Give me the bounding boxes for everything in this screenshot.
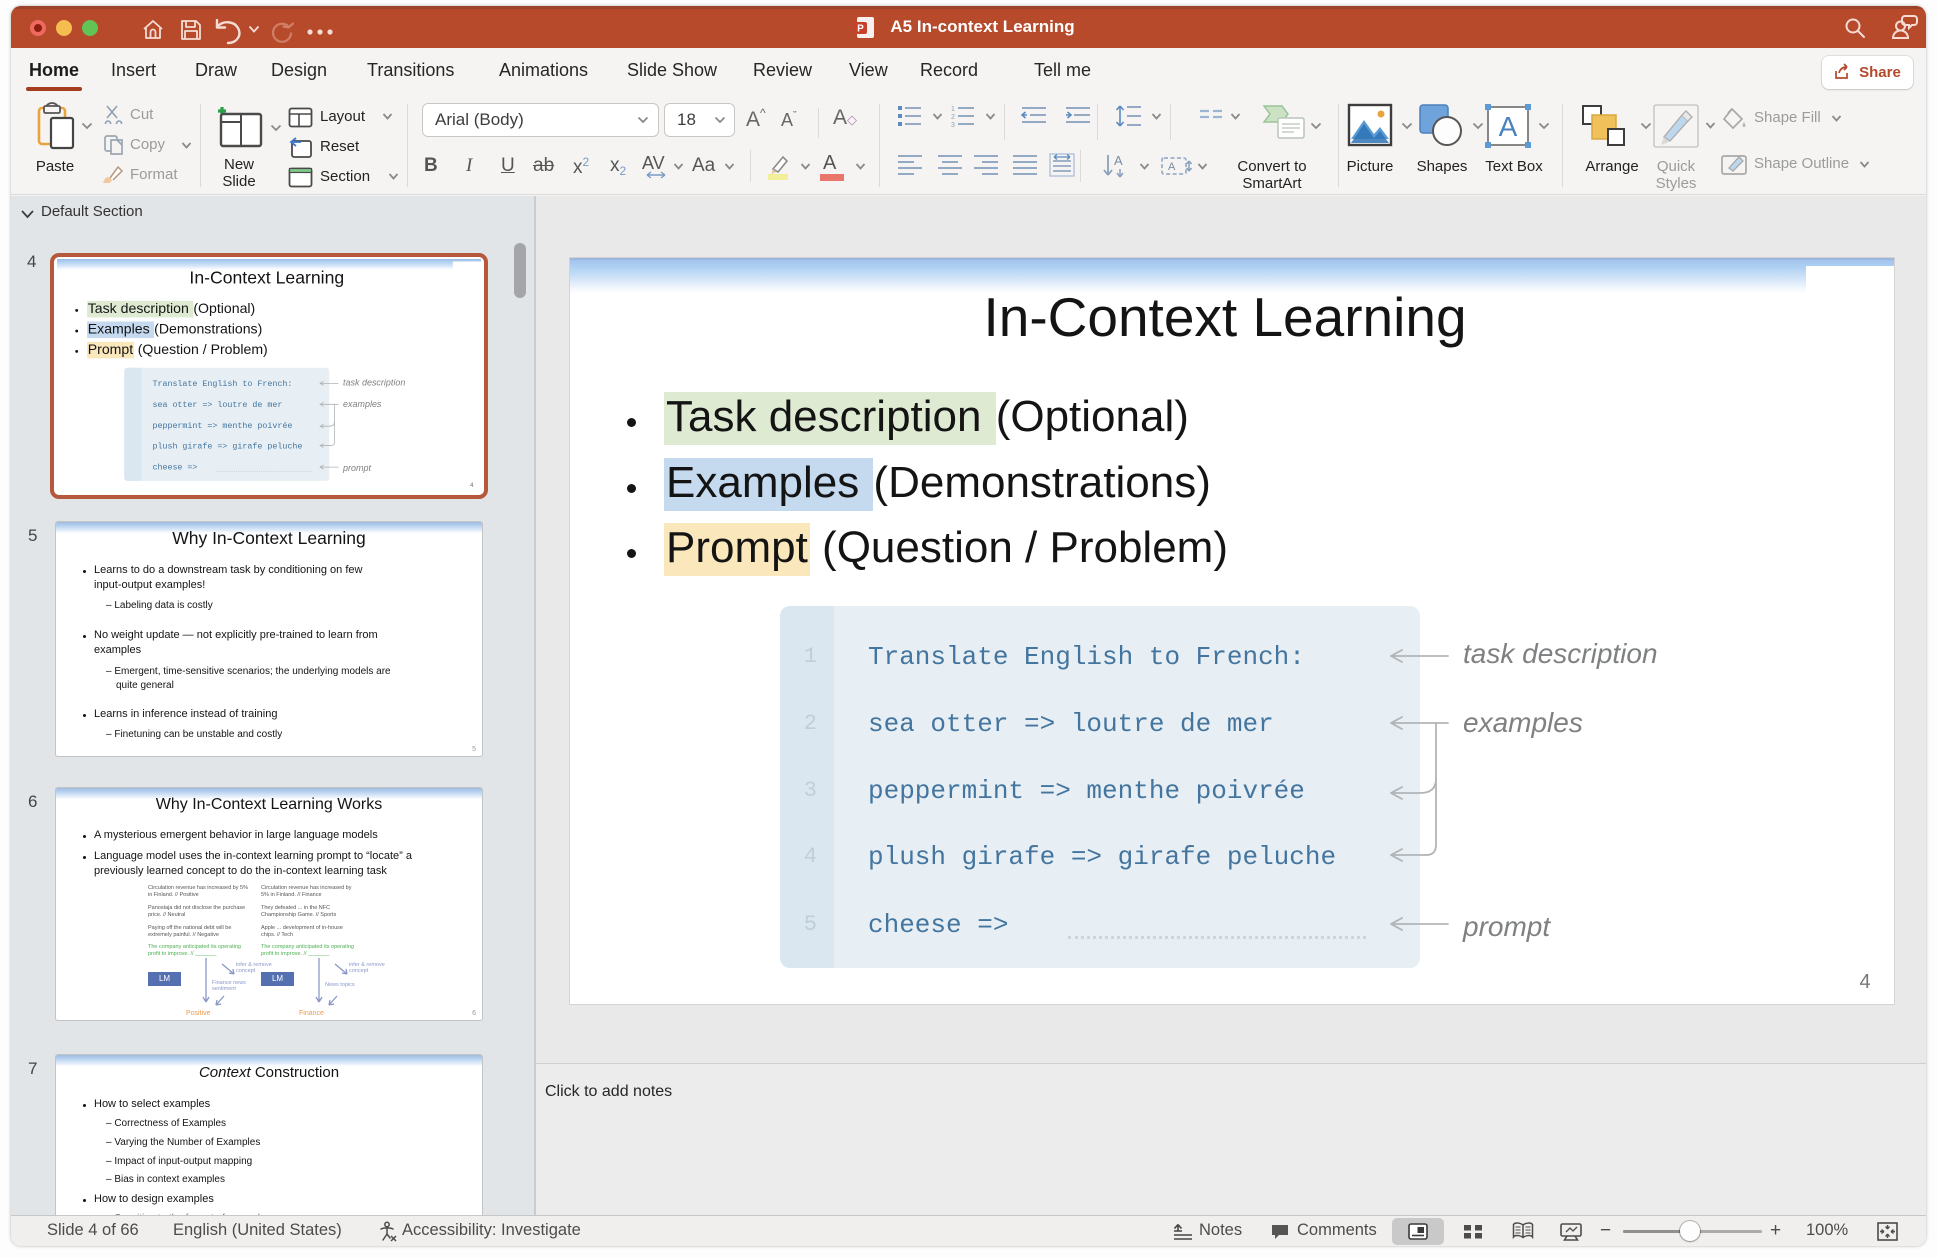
svg-text:concept: concept — [349, 968, 369, 974]
svg-text:1: 1 — [951, 106, 955, 113]
svg-text:3: 3 — [951, 122, 955, 127]
svg-text:A: A — [1114, 153, 1123, 168]
svg-text:A: A — [1499, 111, 1518, 142]
svg-text:A: A — [1168, 161, 1176, 173]
svg-text:sentiment: sentiment — [212, 986, 236, 992]
svg-text:2: 2 — [951, 114, 955, 121]
svg-text:concept: concept — [236, 968, 256, 974]
svg-text:News topics: News topics — [325, 982, 355, 988]
